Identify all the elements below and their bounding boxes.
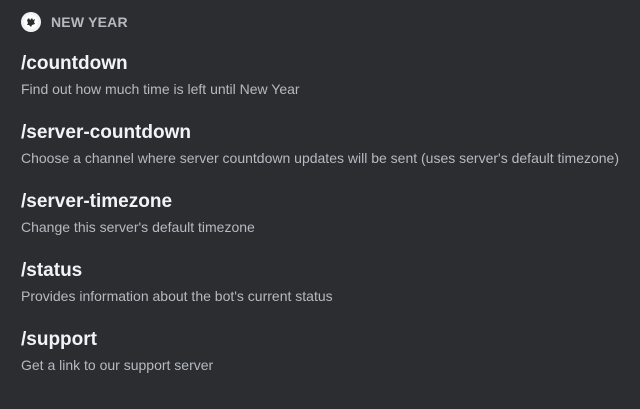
command-name: /server-timezone <box>21 191 173 212</box>
command-description: Provides information about the bot's cur… <box>21 288 333 304</box>
command-description: Choose a channel where server countdown … <box>21 150 619 166</box>
command-item-server-countdown[interactable]: /server-countdown Choose a channel where… <box>21 122 631 166</box>
category-title: NEW YEAR <box>51 14 128 30</box>
command-description: Find out how much time is left until New… <box>21 81 300 97</box>
bot-avatar-icon <box>21 12 41 32</box>
command-description: Change this server's default timezone <box>21 219 255 235</box>
command-list-panel: NEW YEAR /countdown Find out how much ti… <box>0 0 640 409</box>
command-item-support[interactable]: /support Get a link to our support serve… <box>21 329 631 373</box>
command-name: /countdown <box>21 53 128 74</box>
command-item-countdown[interactable]: /countdown Find out how much time is lef… <box>21 53 631 97</box>
command-item-server-timezone[interactable]: /server-timezone Change this server's de… <box>21 191 631 235</box>
category-header: NEW YEAR <box>21 11 128 33</box>
command-name: /status <box>21 260 83 281</box>
command-description: Get a link to our support server <box>21 357 214 373</box>
command-item-status[interactable]: /status Provides information about the b… <box>21 260 631 304</box>
command-name: /server-countdown <box>21 122 191 143</box>
command-name: /support <box>21 329 97 350</box>
